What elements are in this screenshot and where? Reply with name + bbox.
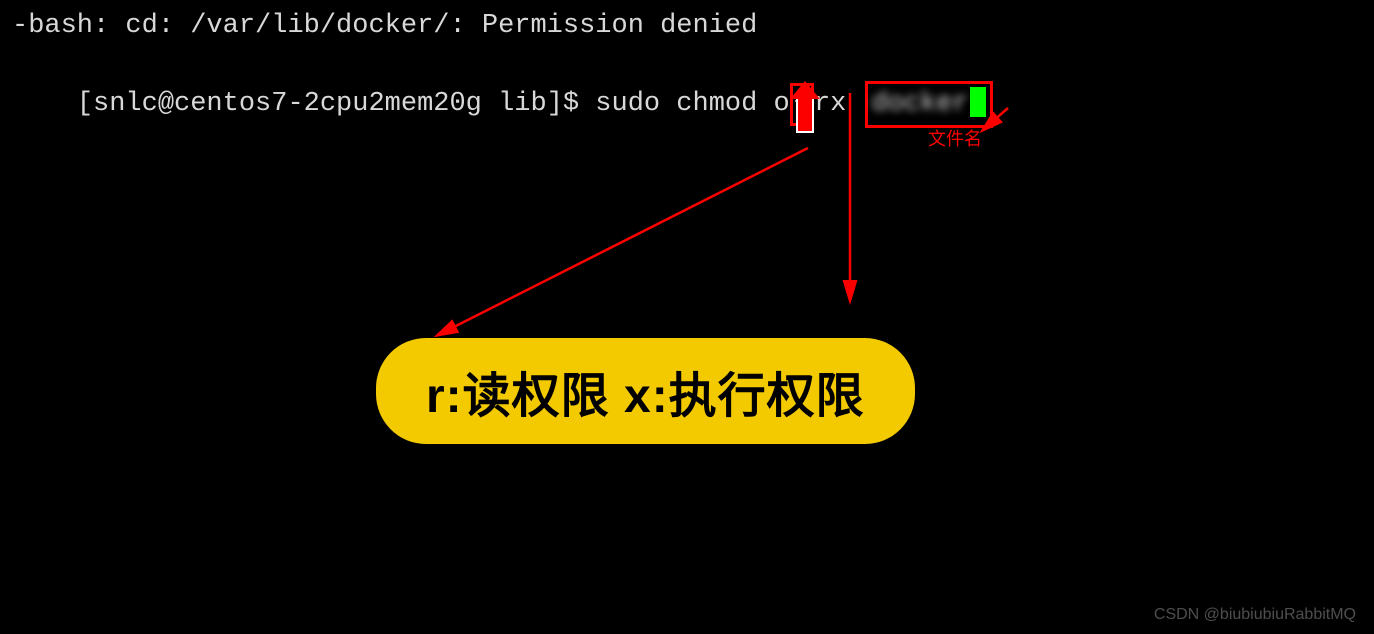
terminal-output: -bash: cd: /var/lib/docker/: Permission … — [0, 0, 1374, 171]
plus-char: + — [794, 89, 810, 119]
command-text-2: rx — [814, 89, 863, 119]
watermark-text: CSDN @biubiubiuRabbitMQ — [1154, 606, 1356, 624]
terminal-cursor — [970, 87, 986, 117]
terminal-line-error: -bash: cd: /var/lib/docker/: Permission … — [12, 8, 1362, 46]
plus-highlight-box: + — [790, 83, 814, 127]
terminal-line-command: [snlc@centos7-2cpu2mem20g lib]$ sudo chm… — [12, 46, 1362, 163]
permissions-explanation-badge: r:读权限 x:执行权限 — [376, 338, 915, 444]
command-text-1: sudo chmod o — [595, 89, 789, 119]
filename-highlight-box: docker — [865, 81, 993, 129]
filename-blurred: docker — [872, 86, 969, 124]
terminal-prompt: [snlc@centos7-2cpu2mem20g lib]$ — [77, 89, 595, 119]
arrow-to-badge-left — [438, 148, 808, 335]
